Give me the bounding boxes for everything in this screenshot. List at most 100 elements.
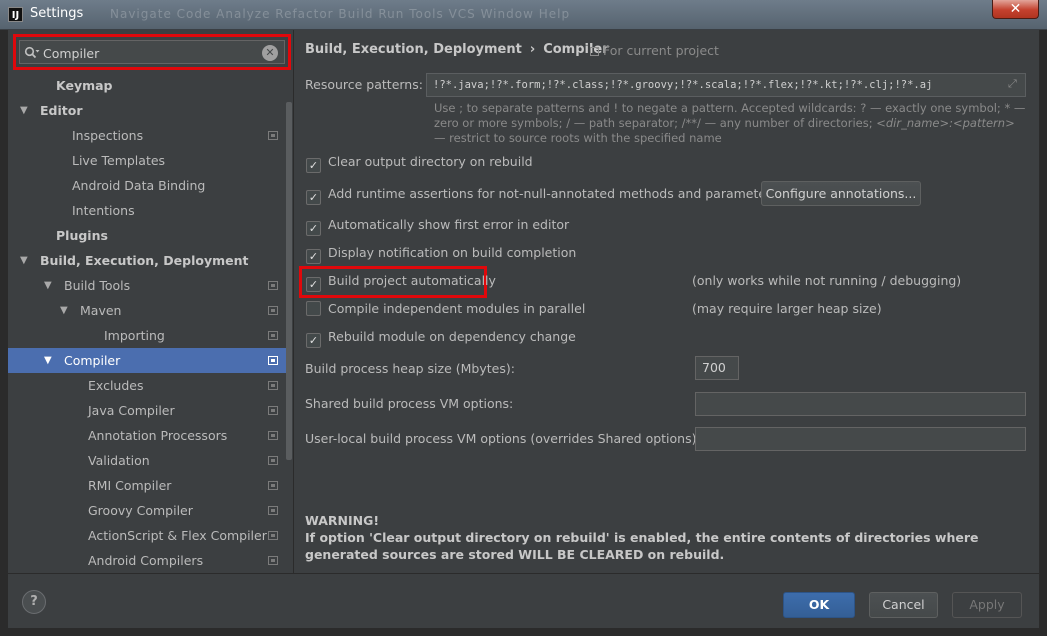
project-settings-icon [268, 331, 278, 340]
settings-sidebar: ✕ Keymap ▼ Editor Inspections Live Templates… [8, 30, 293, 573]
tree-item-label: Compiler [64, 353, 121, 368]
clear-output-option[interactable]: ✓ Clear output directory on rebuild [306, 152, 533, 173]
project-settings-icon [268, 456, 278, 465]
tree-item-label: Android Compilers [88, 553, 204, 568]
tree-item[interactable]: ▼ Build, Execution, Deployment [8, 248, 286, 273]
runtime-assertions-option[interactable]: ✓ Add runtime assertions for not-null-ann… [306, 184, 778, 205]
tree-item[interactable]: Importing [8, 323, 286, 348]
project-settings-icon [268, 281, 278, 290]
tree-item[interactable]: ActionScript & Flex Compiler [8, 523, 286, 548]
help-icon[interactable]: ? [22, 590, 46, 614]
scope-label: For current project [590, 43, 719, 58]
tree-item-label: Java Compiler [88, 403, 175, 418]
tree-item[interactable]: Live Templates [8, 148, 286, 173]
intellij-logo-icon: IJ [8, 7, 23, 22]
compile-parallel-option[interactable]: Compile independent modules in parallel [306, 299, 585, 319]
compile-parallel-checkbox[interactable] [306, 301, 321, 316]
clear-search-icon[interactable]: ✕ [262, 45, 278, 61]
tree-item[interactable]: Validation [8, 448, 286, 473]
user-vm-input[interactable] [695, 427, 1026, 451]
shared-vm-input[interactable] [695, 392, 1026, 416]
tree-item-label: Build Tools [64, 278, 131, 293]
project-settings-icon [268, 506, 278, 515]
tree-item[interactable]: ▼ Maven [8, 298, 286, 323]
runtime-assertions-label: Add runtime assertions for not-null-anno… [328, 186, 778, 201]
tree-item[interactable]: Android Compilers [8, 548, 286, 573]
tree-item-label: Inspections [72, 128, 144, 143]
breadcrumb-part: Build, Execution, Deployment [305, 42, 522, 57]
tree-item-label: Android Data Binding [72, 178, 206, 193]
tree-item-label: Annotation Processors [88, 428, 228, 443]
heap-size-label: Build process heap size (Mbytes): [305, 361, 515, 376]
tree-item[interactable]: Plugins [8, 223, 286, 248]
tree-item[interactable]: ▼ Compiler [8, 348, 286, 373]
tree-item-label: Validation [88, 453, 150, 468]
display-notification-checkbox[interactable]: ✓ [306, 249, 321, 264]
build-automatically-checkbox[interactable]: ✓ [306, 277, 321, 292]
tree-item[interactable]: Annotation Processors [8, 423, 286, 448]
expand-arrow-icon[interactable]: ▼ [60, 298, 68, 323]
scope-text: For current project [603, 43, 719, 58]
expand-arrow-icon[interactable]: ▼ [44, 273, 52, 298]
expand-arrow-icon[interactable]: ▼ [20, 248, 28, 273]
expand-arrow-icon[interactable]: ▼ [20, 98, 28, 123]
warning-text: If option 'Clear output directory on reb… [305, 530, 979, 562]
warning-title: WARNING! [305, 513, 380, 528]
project-settings-icon [268, 431, 278, 440]
search-icon[interactable] [24, 46, 40, 60]
search-box[interactable]: ✕ [19, 40, 285, 64]
runtime-assertions-checkbox[interactable]: ✓ [306, 190, 321, 205]
tree-item[interactable]: Keymap [8, 73, 286, 98]
breadcrumb: Build, Execution, Deployment › Compiler [305, 42, 609, 57]
clear-output-checkbox[interactable]: ✓ [306, 158, 321, 173]
tree-item[interactable]: Groovy Compiler [8, 498, 286, 523]
cancel-button[interactable]: Cancel [869, 592, 938, 618]
resource-patterns-label: Resource patterns: [305, 77, 423, 92]
hint-text-italic: <dir_name>:<pattern> [876, 116, 1015, 130]
tree-item-label: RMI Compiler [88, 478, 172, 493]
expand-arrow-icon[interactable]: ▼ [44, 348, 52, 373]
tree-item-label: Build, Execution, Deployment [40, 253, 249, 268]
build-automatically-option[interactable]: ✓ Build project automatically [306, 271, 496, 292]
show-first-error-option[interactable]: ✓ Automatically show first error in edito… [306, 215, 570, 236]
shared-vm-label: Shared build process VM options: [305, 396, 514, 411]
heap-size-input[interactable]: 700 [695, 356, 739, 380]
project-settings-icon [268, 556, 278, 565]
expand-icon[interactable]: ⤢ [1008, 78, 1020, 90]
close-window-button[interactable]: ✕ [992, 0, 1039, 19]
rebuild-module-label: Rebuild module on dependency change [328, 329, 576, 344]
configure-annotations-button[interactable]: Configure annotations... [761, 181, 921, 206]
rebuild-module-checkbox[interactable]: ✓ [306, 333, 321, 348]
background-menu-ghost: Navigate Code Analyze Refactor Build Run… [110, 7, 571, 21]
tree-item-label: Intentions [72, 203, 135, 218]
search-highlight-box: ✕ [13, 34, 291, 70]
tree-item[interactable]: Java Compiler [8, 398, 286, 423]
tree-item[interactable]: RMI Compiler [8, 473, 286, 498]
project-settings-icon [268, 531, 278, 540]
search-input[interactable] [43, 45, 243, 61]
warning-message: WARNING! If option 'Clear output directo… [305, 512, 1025, 563]
show-first-error-checkbox[interactable]: ✓ [306, 221, 321, 236]
apply-button[interactable]: Apply [952, 592, 1022, 618]
tree-item-label: Groovy Compiler [88, 503, 193, 518]
project-settings-icon [268, 381, 278, 390]
tree-item[interactable]: Inspections [8, 123, 286, 148]
tree-item-label: Editor [40, 103, 83, 118]
sidebar-scrollbar[interactable] [286, 102, 292, 460]
display-notification-option[interactable]: ✓ Display notification on build completio… [306, 243, 576, 264]
tree-item[interactable]: ▼ Editor [8, 98, 286, 123]
project-settings-icon [268, 481, 278, 490]
tree-item[interactable]: ▼ Build Tools [8, 273, 286, 298]
resource-patterns-hint: Use ; to separate patterns and ! to nega… [434, 101, 1028, 146]
resource-patterns-field[interactable]: !?*.java;!?*.form;!?*.class;!?*.groovy;!… [426, 73, 1026, 97]
breadcrumb-separator: › [529, 42, 536, 57]
tree-item[interactable]: Android Data Binding [8, 173, 286, 198]
show-first-error-label: Automatically show first error in editor [328, 217, 570, 232]
tree-item[interactable]: Intentions [8, 198, 286, 223]
rebuild-module-option[interactable]: ✓ Rebuild module on dependency change [306, 327, 576, 348]
tree-item[interactable]: Excludes [8, 373, 286, 398]
tree-item-label: Importing [104, 328, 165, 343]
user-vm-label: User-local build process VM options (ove… [305, 431, 701, 446]
ok-button[interactable]: OK [783, 592, 855, 618]
resource-patterns-value: !?*.java;!?*.form;!?*.class;!?*.groovy;!… [433, 79, 933, 91]
